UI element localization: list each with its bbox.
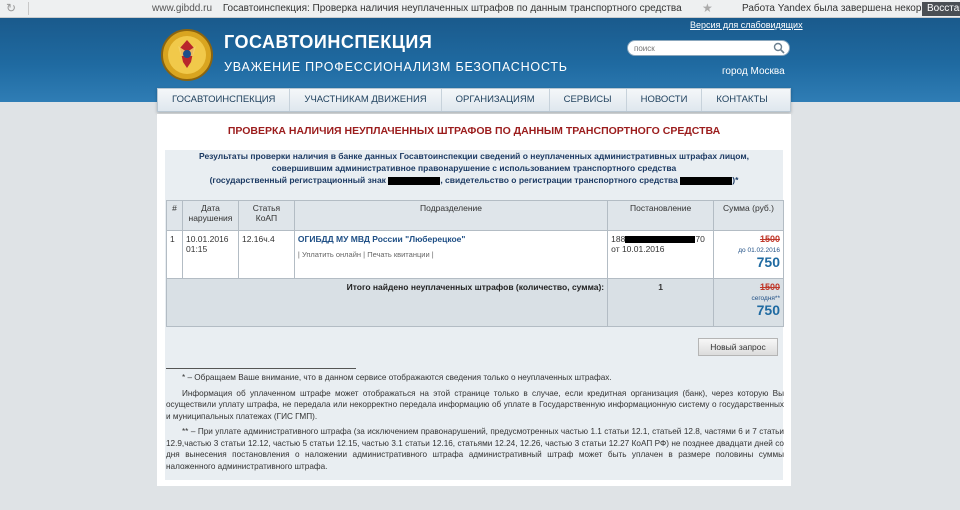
new-request-button[interactable]: Новый запрос: [698, 338, 778, 356]
intro-line-2: совершившим административное правонаруше…: [271, 163, 677, 173]
main-menu: ГОСАВТОИНСПЕКЦИЯ УЧАСТНИКАМ ДВИЖЕНИЯ ОРГ…: [157, 88, 791, 112]
new-sum: 750: [756, 254, 780, 270]
accessible-version-link[interactable]: Версия для слабовидящих: [690, 20, 803, 30]
fines-table: # Дата нарушения Статья КоАП Подразделен…: [165, 200, 784, 327]
print-receipt-link[interactable]: | Печать квитанции |: [363, 250, 434, 259]
menu-item-gosavtoinspekciya[interactable]: ГОСАВТОИНСПЕКЦИЯ: [158, 89, 291, 111]
gibdd-emblem-icon[interactable]: [160, 28, 214, 82]
footnote-divider: [166, 368, 356, 369]
row-date: 10.01.2016 01:15: [181, 230, 239, 279]
resolution-suffix: 70: [695, 234, 705, 244]
address-field[interactable]: www.gibdd.ru Госавтоинспекция: Проверка …: [152, 3, 682, 14]
col-article: Статья КоАП: [237, 200, 295, 231]
row-department: ОГИБДД МУ МВД России "Люберецкое" | Упла…: [293, 230, 609, 279]
search-box[interactable]: [627, 40, 790, 56]
today-label: сегодня**: [751, 295, 780, 302]
redacted-plate: [388, 176, 441, 185]
department-name: ОГИБДД МУ МВД России "Люберецкое": [297, 234, 466, 244]
discount-until-label: до 01.02.2016: [738, 247, 780, 254]
total-label: Итого найдено неуплаченных штрафов (коли…: [165, 278, 609, 327]
old-sum: 1500: [759, 234, 780, 244]
department-links: | Уплатить онлайн | Печать квитанции |: [298, 250, 604, 259]
total-old-sum: 1500: [759, 282, 780, 292]
col-date: Дата нарушения: [181, 200, 239, 231]
menu-item-organizations[interactable]: ОРГАНИЗАЦИЯМ: [442, 89, 550, 111]
menu-item-contacts[interactable]: КОНТАКТЫ: [702, 89, 781, 111]
col-sum: Сумма (руб.): [713, 200, 784, 231]
col-department: Подразделение: [293, 200, 609, 231]
intro-line-3b: , свидетельство о регистрации транспортн…: [440, 175, 678, 185]
total-new-sum: 750: [756, 302, 780, 318]
url-page-title: Госавтоинспекция: Проверка наличия неупл…: [222, 3, 682, 14]
footnote-1: * – Обращаем Ваше внимание, что в данном…: [182, 373, 612, 382]
restore-button[interactable]: Восстан: [922, 2, 960, 16]
total-sum: 1500 сегодня** 750: [713, 278, 784, 327]
search-icon[interactable]: [773, 42, 785, 54]
toolbar-divider: [28, 2, 29, 15]
menu-item-news[interactable]: НОВОСТИ: [627, 89, 703, 111]
table-header-row: # Дата нарушения Статья КоАП Подразделен…: [166, 200, 784, 231]
footnote-2: Информация об уплаченном штрафе может от…: [166, 388, 784, 421]
row-sum: 1500 до 01.02.2016 750: [713, 230, 784, 279]
row-date-value: 10.01.2016: [185, 234, 229, 244]
intro-line-3c: )*: [732, 175, 739, 185]
total-count: 1: [607, 278, 715, 327]
menu-item-participants[interactable]: УЧАСТНИКАМ ДВИЖЕНИЯ: [290, 89, 442, 111]
bookmark-star-icon[interactable]: ★: [702, 1, 713, 15]
footnote-3: ** – При уплате административного штрафа…: [166, 427, 784, 471]
result-intro: Результаты проверки наличия в банке данн…: [177, 150, 771, 186]
site-title[interactable]: ГОСАВТОИНСПЕКЦИЯ: [224, 32, 432, 53]
redacted-certificate: [680, 176, 733, 185]
col-number: #: [166, 200, 183, 231]
browser-address-bar: ↻ www.gibdd.ru Госавтоинспекция: Проверк…: [0, 0, 960, 18]
total-row: Итого найдено неуплаченных штрафов (коли…: [165, 278, 784, 327]
site-slogan: УВАЖЕНИЕ ПРОФЕССИОНАЛИЗМ БЕЗОПАСНОСТЬ: [224, 60, 568, 74]
row-article: 12.16ч.4: [237, 230, 295, 279]
resolution-prefix: 188: [611, 234, 626, 244]
intro-line-3a: (государственный регистрационный знак: [209, 175, 386, 185]
resolution-date: от 10.01.2016: [611, 244, 665, 254]
page-title: ПРОВЕРКА НАЛИЧИЯ НЕУПЛАЧЕННЫХ ШТРАФОВ ПО…: [227, 125, 721, 137]
reload-icon[interactable]: ↻: [6, 1, 24, 15]
row-time-value: 01:15: [185, 244, 208, 254]
search-input[interactable]: [634, 42, 769, 54]
col-resolution: Постановление: [607, 200, 715, 231]
redacted-resolution: [625, 236, 696, 244]
menu-item-services[interactable]: СЕРВИСЫ: [550, 89, 627, 111]
url-host: www.gibdd.ru: [152, 3, 213, 14]
intro-line-1: Результаты проверки наличия в банке данн…: [198, 151, 750, 161]
footnotes: * – Обращаем Ваше внимание, что в данном…: [166, 372, 784, 476]
pay-online-link[interactable]: | Уплатить онлайн: [298, 250, 361, 259]
row-resolution: 188 70 от 10.01.2016: [607, 230, 715, 279]
row-number: 1: [166, 230, 183, 279]
city-label[interactable]: город Москва: [722, 66, 785, 77]
table-row: 1 10.01.2016 01:15 12.16ч.4 ОГИБДД МУ МВ…: [166, 230, 784, 279]
